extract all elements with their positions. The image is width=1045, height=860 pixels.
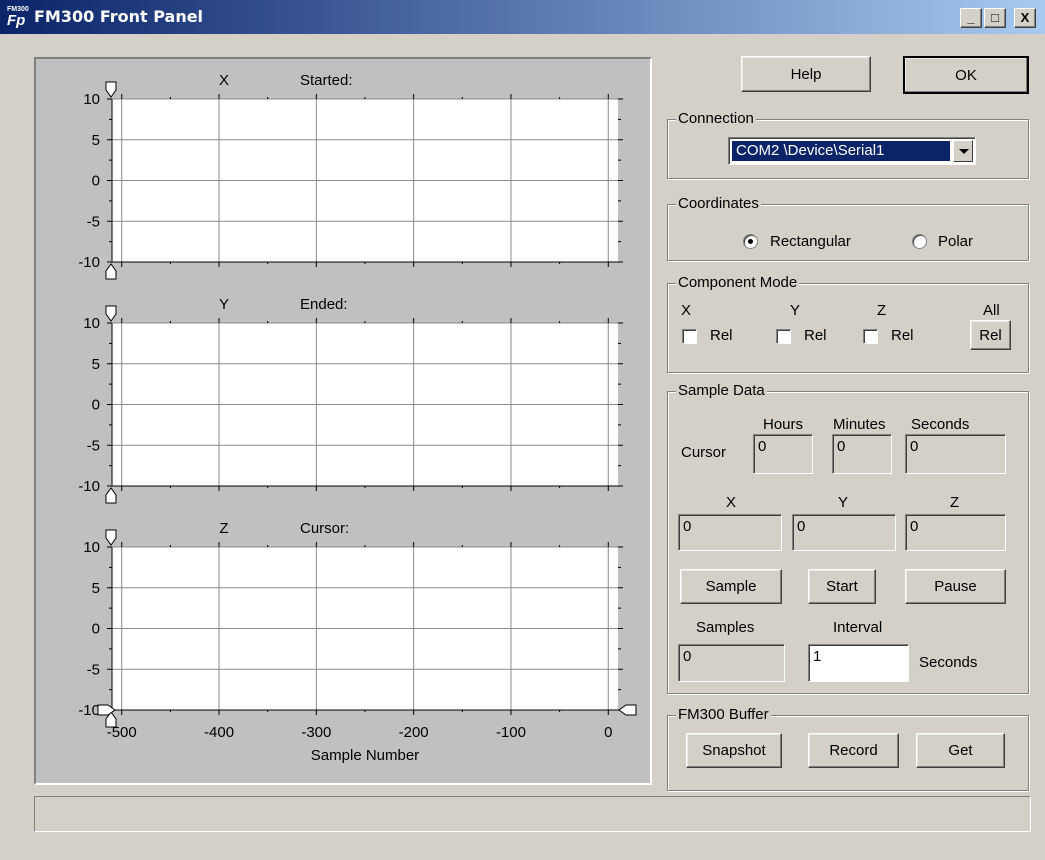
app-icon[interactable]: FM300 Fp	[6, 6, 30, 29]
x-value-field[interactable]: 0	[678, 514, 782, 551]
samples-label: Samples	[696, 619, 755, 636]
component-y-label: Y	[790, 302, 801, 319]
x-rel-label: Rel	[710, 327, 733, 344]
bottom-cursor-marker-icon	[105, 487, 117, 504]
y-tick-label: 10	[83, 315, 100, 332]
status-bar	[34, 796, 1031, 832]
cursor-hours-field[interactable]: 0	[753, 434, 813, 474]
plot-panel: 10 5 0 -5 -10 X Started: 10 5 0 -5 -10 Y Ended: 10 5 0 -5…	[34, 57, 652, 785]
y-tick-label: 0	[92, 173, 100, 190]
cursor-label: Cursor	[681, 444, 727, 461]
y-tick-label: 5	[92, 580, 100, 597]
y-tick-label: 10	[83, 91, 100, 108]
y-tick-label: 0	[92, 621, 100, 638]
plot-status-label: Cursor:	[300, 520, 349, 537]
top-cursor-marker-icon	[105, 305, 117, 322]
y-tick-label: 5	[92, 356, 100, 373]
x-tick-label: 0	[604, 724, 612, 741]
help-button[interactable]: Help	[741, 56, 871, 92]
rectangular-radio[interactable]	[743, 234, 758, 249]
plot-area[interactable]: 10 5 0 -5 -10 X Started: 10 5 0 -5 -10 Y Ended: 10 5 0 -5…	[36, 59, 650, 783]
component-z-label: Z	[877, 302, 887, 319]
minimize-button[interactable]: _	[960, 8, 982, 28]
coordinates-label: Coordinates	[676, 195, 761, 212]
all-rel-button[interactable]: Rel	[970, 320, 1011, 350]
y-rel-label: Rel	[804, 327, 827, 344]
record-button[interactable]: Record	[808, 733, 899, 768]
x-rel-checkbox[interactable]	[682, 329, 697, 344]
samples-field[interactable]: 0	[678, 644, 785, 682]
y-tick-label: -5	[87, 213, 100, 230]
interval-input[interactable]: 1	[808, 644, 909, 682]
dropdown-arrow-icon[interactable]	[953, 140, 973, 162]
ok-button[interactable]: OK	[903, 56, 1029, 94]
connection-label: Connection	[676, 110, 756, 127]
y-tick-label: -10	[78, 478, 100, 495]
y-rel-checkbox[interactable]	[776, 329, 791, 344]
connection-selected-value: COM2 \Device\Serial1	[732, 141, 950, 161]
seconds-label: Seconds	[911, 416, 970, 433]
hours-label: Hours	[763, 416, 804, 433]
radio-selected-dot	[748, 239, 753, 244]
top-cursor-marker-icon	[105, 81, 117, 98]
fm300-buffer-label: FM300 Buffer	[676, 706, 771, 723]
y-tick-label: -10	[78, 702, 100, 719]
y-tick-label: 10	[83, 539, 100, 556]
component-mode-label: Component Mode	[676, 274, 800, 291]
y-tick-label: 5	[92, 132, 100, 149]
pause-button[interactable]: Pause	[905, 569, 1006, 604]
x-axis-title: Sample Number	[311, 747, 419, 764]
plot-status-label: Started:	[300, 72, 353, 89]
x-tick-label: -200	[399, 724, 429, 741]
sample-data-label: Sample Data	[676, 382, 767, 399]
right-range-marker-icon	[618, 704, 637, 716]
polar-label: Polar	[938, 233, 974, 250]
cursor-minutes-field[interactable]: 0	[832, 434, 892, 474]
close-button[interactable]: X	[1014, 8, 1036, 28]
get-button[interactable]: Get	[916, 733, 1005, 768]
interval-unit-label: Seconds	[919, 654, 978, 671]
component-all-label: All	[983, 302, 1000, 319]
y-tick-label: -5	[87, 661, 100, 678]
x-value-label: X	[726, 494, 737, 511]
title-bar[interactable]: FM300 Fp FM300 Front Panel _ □ X	[0, 0, 1045, 34]
x-tick-label: -500	[107, 724, 137, 741]
connection-select[interactable]: COM2 \Device\Serial1	[728, 137, 976, 165]
interval-label: Interval	[833, 619, 883, 636]
x-tick-label: -400	[204, 724, 234, 741]
bottom-cursor-marker-icon	[105, 263, 117, 280]
snapshot-button[interactable]: Snapshot	[686, 733, 782, 768]
rectangular-label: Rectangular	[770, 233, 851, 250]
plot-axis-label: X	[219, 72, 229, 89]
start-button[interactable]: Start	[808, 569, 876, 604]
y-tick-label: -5	[87, 437, 100, 454]
y-tick-label: 0	[92, 397, 100, 414]
polar-radio[interactable]	[912, 234, 927, 249]
cursor-seconds-field[interactable]: 0	[905, 434, 1006, 474]
y-tick-label: -10	[78, 254, 100, 271]
x-tick-label: -300	[301, 724, 331, 741]
y-value-field[interactable]: 0	[792, 514, 896, 551]
maximize-button[interactable]: □	[984, 8, 1006, 28]
plot-status-label: Ended:	[300, 296, 348, 313]
y-value-label: Y	[838, 494, 849, 511]
z-rel-checkbox[interactable]	[863, 329, 878, 344]
x-tick-label: -100	[496, 724, 526, 741]
z-value-label: Z	[950, 494, 960, 511]
minutes-label: Minutes	[833, 416, 886, 433]
z-value-field[interactable]: 0	[905, 514, 1006, 551]
window-title: FM300 Front Panel	[34, 7, 204, 26]
plot-axis-label: Z	[219, 520, 228, 537]
component-x-label: X	[681, 302, 692, 319]
sample-button[interactable]: Sample	[680, 569, 782, 604]
plot-axis-label: Y	[219, 296, 229, 313]
z-rel-label: Rel	[891, 327, 914, 344]
top-cursor-marker-icon	[105, 529, 117, 546]
